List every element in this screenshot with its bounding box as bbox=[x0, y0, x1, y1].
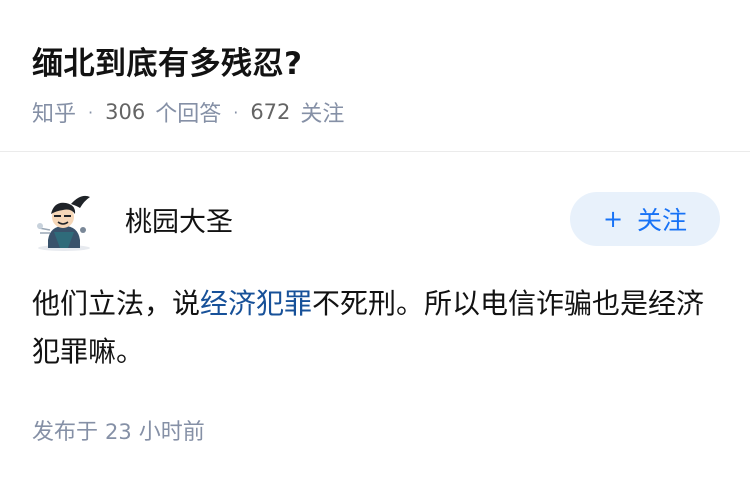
question-header: 缅北到底有多残忍? 知乎 · 306 个回答 · 672 关注 bbox=[0, 0, 750, 152]
answer-card: 桃园大圣 + 关注 他们立法，说经济犯罪不死刑。所以电信诈骗也是经济犯罪嘛。 发… bbox=[0, 152, 750, 482]
answer-count: 306 bbox=[105, 100, 146, 124]
meta-separator: · bbox=[88, 102, 94, 122]
meta-separator: · bbox=[233, 102, 239, 122]
answer-count-label[interactable]: 个回答 bbox=[155, 96, 221, 128]
keyword-link[interactable]: 经济犯罪 bbox=[200, 287, 312, 320]
publish-time-suffix: 小时前 bbox=[138, 420, 205, 445]
cartoon-avatar-icon[interactable] bbox=[30, 190, 98, 252]
content-text: 他们立法，说 bbox=[32, 287, 201, 320]
publish-time: 发布于 23 小时前 bbox=[32, 414, 205, 446]
follow-button-label: 关注 bbox=[637, 206, 688, 235]
follower-count-label: 关注 bbox=[300, 102, 345, 127]
follower-count: 672 bbox=[250, 100, 291, 124]
follow-button[interactable]: + 关注 bbox=[570, 192, 720, 246]
author-row: 桃园大圣 + 关注 bbox=[30, 190, 720, 254]
source-label[interactable]: 知乎 bbox=[32, 96, 76, 128]
plus-icon: + bbox=[602, 205, 624, 233]
publish-time-num: 23 bbox=[105, 420, 132, 444]
question-meta: 知乎 · 306 个回答 · 672 关注 bbox=[32, 96, 344, 128]
question-title[interactable]: 缅北到底有多残忍? bbox=[32, 38, 302, 83]
publish-time-prefix: 发布于 bbox=[32, 420, 99, 445]
answer-content: 他们立法，说经济犯罪不死刑。所以电信诈骗也是经济犯罪嘛。 bbox=[32, 280, 722, 376]
author-name[interactable]: 桃园大圣 bbox=[125, 200, 233, 239]
